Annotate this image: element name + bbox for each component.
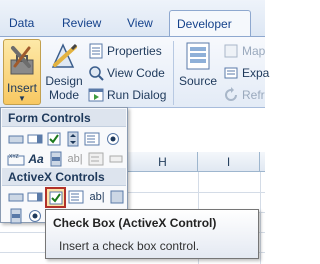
insert-controls-dropdown: Form Controls XYZ Aa ab| ActiveX Control… (0, 107, 128, 225)
form-combo-list-edit-icon[interactable] (87, 150, 105, 168)
form-label-text: Aa (28, 152, 44, 166)
control-tooltip: Check Box (ActiveX Control) Insert a che… (45, 209, 259, 259)
tab-view[interactable]: View (127, 10, 153, 36)
insert-controls-button[interactable]: Insert ▼ (3, 39, 41, 105)
design-mode-icon (51, 43, 78, 68)
map-properties-button[interactable]: Map (223, 42, 265, 60)
activex-text-box-icon[interactable]: ab| (86, 188, 108, 206)
view-code-label: View Code (107, 66, 165, 80)
design-mode-label-line1: Design (45, 74, 83, 88)
activex-check-box-icon[interactable] (45, 187, 66, 208)
source-button[interactable]: Source (177, 41, 219, 88)
activex-more-controls-icon[interactable] (108, 188, 126, 206)
form-spin-button-icon[interactable] (64, 130, 82, 148)
column-header-h[interactable]: H (128, 152, 198, 172)
activex-text-box-text: ab| (89, 191, 105, 203)
form-button-icon[interactable] (7, 130, 25, 148)
refr-label: Refr (242, 88, 265, 102)
form-controls-header: Form Controls (2, 109, 126, 127)
dropdown-arrow-icon: ▼ (18, 94, 26, 103)
form-combo-drop-down-edit-icon[interactable] (107, 150, 125, 168)
insert-label: Insert (6, 81, 37, 95)
map-label: Map (242, 44, 266, 58)
source-label: Source (178, 74, 218, 88)
activex-command-button-icon[interactable] (7, 188, 25, 206)
form-group-box-icon[interactable]: XYZ (7, 150, 25, 168)
column-gridline (260, 172, 261, 264)
form-label-icon[interactable]: Aa (26, 150, 46, 168)
properties-icon (89, 43, 103, 59)
tab-review[interactable]: Review (62, 10, 101, 36)
form-list-box-icon[interactable] (83, 130, 101, 148)
run-dialog-icon (88, 88, 104, 102)
tooltip-title: Check Box (ActiveX Control) (53, 216, 217, 230)
tab-developer[interactable]: Developer (169, 10, 251, 36)
refresh-data-button[interactable]: Refr (223, 86, 265, 104)
properties-button[interactable]: Properties (88, 42, 162, 60)
design-mode-label-line2: Mode (48, 88, 80, 102)
design-mode-button[interactable]: Design Mode (44, 41, 84, 102)
run-dialog-label: Run Dialog (107, 88, 167, 102)
tooltip-description: Insert a check box control. (59, 239, 200, 253)
form-combo-box-icon[interactable] (26, 130, 44, 148)
tab-data[interactable]: Data (9, 10, 34, 36)
properties-label: Properties (107, 44, 162, 58)
activex-controls-header: ActiveX Controls (2, 168, 126, 186)
run-dialog-button[interactable]: Run Dialog (88, 86, 166, 104)
form-text-field-icon[interactable]: ab| (64, 150, 86, 168)
form-check-box-icon[interactable] (45, 130, 63, 148)
activex-list-box-icon[interactable] (67, 188, 85, 206)
form-option-button-icon[interactable] (104, 130, 122, 148)
form-group-box-glyph: XYZ (9, 154, 19, 160)
view-code-button[interactable]: View Code (88, 64, 165, 82)
ribbon-body: Insert ▼ Design Mode Properties View Cod… (0, 36, 269, 108)
activex-scroll-bar-icon[interactable] (7, 207, 25, 225)
form-text-field-text: ab| (67, 153, 83, 165)
expansion-packs-icon (224, 67, 238, 79)
activex-combo-box-icon[interactable] (26, 188, 44, 206)
map-properties-icon (224, 44, 238, 58)
expa-label: Expa (242, 66, 270, 80)
activex-option-button-icon[interactable] (26, 207, 44, 225)
xml-source-icon (186, 42, 210, 70)
ribbon-tab-strip: Data Review View Developer (0, 0, 265, 36)
toolbox-icon (10, 46, 34, 75)
group-separator (173, 41, 174, 105)
form-scroll-bar-icon[interactable] (47, 150, 65, 168)
column-header-i[interactable]: I (198, 152, 260, 172)
refresh-icon (225, 87, 237, 101)
view-code-icon (89, 66, 104, 81)
expansion-packs-button[interactable]: Expa (223, 64, 269, 82)
